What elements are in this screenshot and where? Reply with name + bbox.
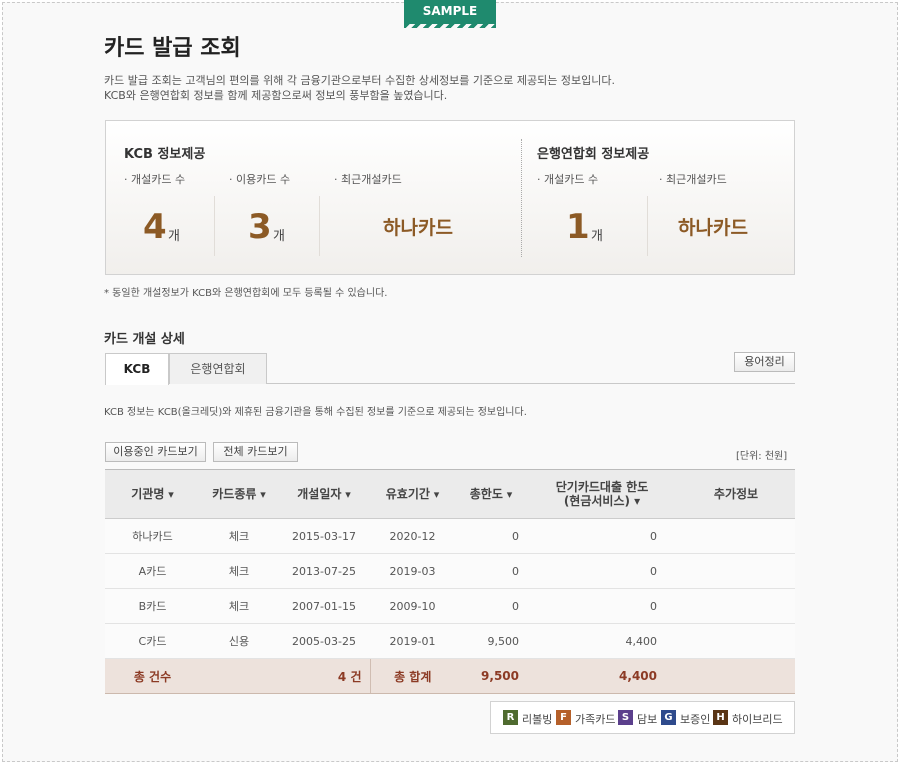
col-header-expiry[interactable]: 유효기간	[370, 469, 455, 519]
sample-badge: SAMPLE	[404, 0, 496, 28]
page-title: 카드 발급 조회	[104, 36, 241, 61]
collateral-badge-icon: S	[618, 710, 633, 725]
kcb-open-count: 4	[143, 207, 167, 247]
col-header-company[interactable]: 기관명	[105, 469, 200, 519]
page-description: 카드 발급 조회는 고객님의 편의를 위해 각 금융기관으로부터 수집한 상세정…	[104, 73, 615, 103]
cell-cash-limit: 0	[527, 553, 677, 589]
cell-cash-limit: 0	[527, 518, 677, 554]
bank-summary-title: 은행연합회 정보제공	[537, 147, 650, 162]
col-header-card-type[interactable]: 카드종류	[200, 469, 278, 519]
total-sum-label: 총 합계	[370, 658, 455, 694]
kcb-open-count-label: · 개설카드 수	[124, 173, 186, 186]
table-row: B카드 체크 2007-01-15 2009-10 0 0	[105, 588, 795, 624]
cell-card-type: 체크	[200, 518, 278, 554]
bank-open-count-unit: 개	[591, 229, 603, 244]
col-header-open-date[interactable]: 개설일자	[278, 469, 370, 519]
glossary-button[interactable]: 용어정리	[734, 352, 795, 372]
divider	[319, 196, 320, 256]
cell-company: 하나카드	[105, 518, 200, 554]
cell-extra-info	[677, 588, 795, 624]
view-all-cards-button[interactable]: 전체 카드보기	[213, 442, 298, 462]
total-cash-limit-sum: 4,400	[527, 658, 677, 694]
total-extra-info	[677, 658, 795, 694]
kcb-summary-title: KCB 정보제공	[124, 147, 206, 162]
kcb-recent-card-label: · 최근개설카드	[334, 173, 402, 186]
guarantor-badge-icon: G	[661, 710, 676, 725]
bank-open-count-label: · 개설카드 수	[537, 173, 599, 186]
cell-total-limit: 0	[455, 553, 527, 589]
legend-label-revolving: 리볼빙	[522, 713, 553, 726]
col-header-total-limit[interactable]: 총한도	[455, 469, 527, 519]
family-card-badge-icon: F	[556, 710, 571, 725]
cell-expiry: 2020-12	[370, 518, 455, 554]
table-row: 하나카드 체크 2015-03-17 2020-12 0 0	[105, 518, 795, 554]
cell-company: C카드	[105, 623, 200, 659]
sort-icon: ▾	[629, 494, 641, 508]
total-count-value: 4 건	[200, 658, 371, 694]
bank-recent-card-label: · 최근개설카드	[659, 173, 727, 186]
tab-bank-federation[interactable]: 은행연합회	[169, 353, 267, 384]
card-type-legend: R 리볼빙 F 가족카드 S 담보 G 보증인 H 하이브리드	[490, 701, 795, 734]
cell-company: B카드	[105, 588, 200, 624]
cell-open-date: 2015-03-17	[278, 518, 370, 554]
tab-description: KCB 정보는 KCB(올크레딧)와 제휴된 금융기관을 통해 수집된 정보를 …	[104, 407, 527, 418]
summary-box: KCB 정보제공 · 개설카드 수 · 이용카드 수 · 최근개설카드 4 개 …	[105, 120, 795, 275]
cell-extra-info	[677, 518, 795, 554]
cell-company: A카드	[105, 553, 200, 589]
total-limit-sum: 9,500	[455, 658, 527, 694]
bank-recent-card: 하나카드	[678, 217, 748, 239]
card-detail-table: 기관명 카드종류 개설일자 유효기간 총한도 단기카드대출 한도 (현금서비스)…	[105, 469, 795, 694]
divider	[214, 196, 215, 256]
table-row: A카드 체크 2013-07-25 2019-03 0 0	[105, 553, 795, 589]
kcb-use-count: 3	[248, 207, 272, 247]
divider	[647, 196, 648, 256]
summary-note: * 동일한 개설정보가 KCB와 은행연합회에 모두 등록될 수 있습니다.	[104, 288, 388, 299]
kcb-use-count-unit: 개	[273, 229, 285, 244]
legend-label-hybrid: 하이브리드	[732, 713, 783, 726]
hybrid-badge-icon: H	[713, 710, 728, 725]
kcb-use-count-label: · 이용카드 수	[229, 173, 291, 186]
unit-note: [단위: 천원]	[736, 451, 788, 462]
cell-open-date: 2005-03-25	[278, 623, 370, 659]
legend-label-collateral: 담보	[637, 713, 658, 726]
cell-total-limit: 0	[455, 518, 527, 554]
section-divider	[521, 139, 522, 257]
legend-label-guarantor: 보증인	[680, 713, 711, 726]
total-count-label: 총 건수	[105, 658, 200, 694]
cell-cash-limit: 4,400	[527, 623, 677, 659]
cell-open-date: 2007-01-15	[278, 588, 370, 624]
kcb-recent-card: 하나카드	[383, 217, 453, 239]
bank-open-count: 1	[566, 207, 590, 247]
cell-card-type: 체크	[200, 553, 278, 589]
col-header-cash-limit[interactable]: 단기카드대출 한도 (현금서비스) ▾	[527, 469, 677, 519]
cell-extra-info	[677, 553, 795, 589]
table-row: C카드 신용 2005-03-25 2019-01 9,500 4,400	[105, 623, 795, 659]
cash-limit-header-line-1: 단기카드대출 한도	[555, 480, 649, 494]
cell-card-type: 신용	[200, 623, 278, 659]
col-header-extra-info: 추가정보	[677, 469, 795, 519]
cell-total-limit: 9,500	[455, 623, 527, 659]
view-active-cards-button[interactable]: 이용중인 카드보기	[105, 442, 206, 462]
description-line-1: 카드 발급 조회는 고객님의 편의를 위해 각 금융기관으로부터 수집한 상세정…	[104, 74, 615, 87]
kcb-open-count-unit: 개	[168, 229, 180, 244]
cell-open-date: 2013-07-25	[278, 553, 370, 589]
cell-card-type: 체크	[200, 588, 278, 624]
table-total-row: 총 건수 4 건 총 합계 9,500 4,400	[105, 658, 795, 694]
cell-expiry: 2009-10	[370, 588, 455, 624]
cash-limit-header-line-2: (현금서비스)	[563, 494, 630, 508]
cell-expiry: 2019-03	[370, 553, 455, 589]
cell-extra-info	[677, 623, 795, 659]
description-line-2: KCB와 은행연합회 정보를 함께 제공함으로써 정보의 풍부함을 높였습니다.	[104, 89, 448, 102]
tab-kcb[interactable]: KCB	[105, 353, 169, 385]
cell-expiry: 2019-01	[370, 623, 455, 659]
legend-label-family: 가족카드	[575, 713, 616, 726]
revolving-badge-icon: R	[503, 710, 518, 725]
detail-tabs: KCB 은행연합회	[105, 353, 795, 385]
detail-heading: 카드 개설 상세	[104, 332, 185, 347]
cell-cash-limit: 0	[527, 588, 677, 624]
cell-total-limit: 0	[455, 588, 527, 624]
